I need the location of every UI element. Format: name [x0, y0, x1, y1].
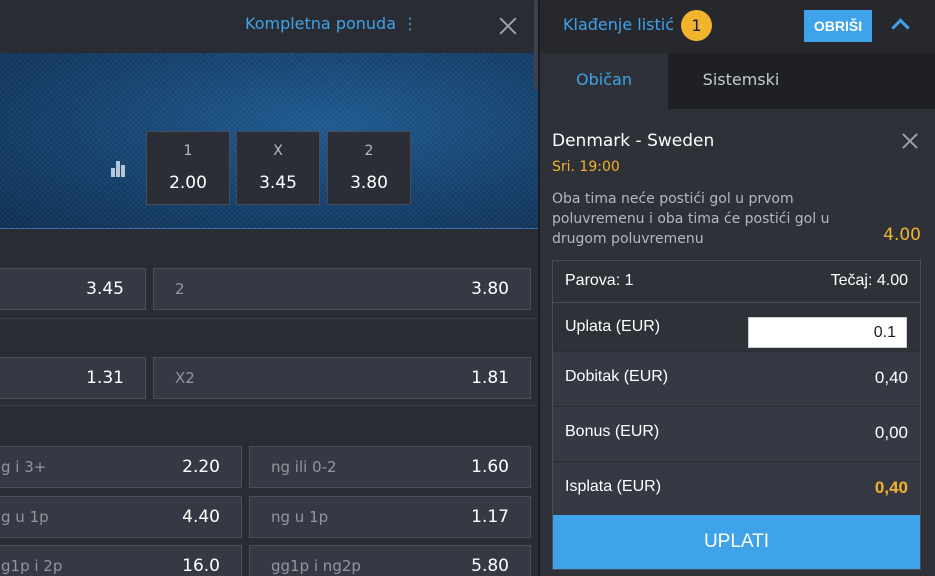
clear-betslip-button[interactable]: OBRIŠI — [804, 10, 872, 42]
market-value: 16.0 — [182, 556, 220, 576]
betslip-pane: Klađenje listić 1 OBRIŠI Običan Sistemsk… — [540, 0, 935, 576]
stake-input[interactable] — [748, 317, 907, 348]
bonus-value: 0,00 — [874, 423, 908, 442]
odd-label: X — [273, 143, 283, 159]
tab-system[interactable]: Sistemski — [668, 53, 814, 109]
market-value: 3.45 — [86, 279, 124, 299]
odd-value: 2.00 — [169, 173, 207, 193]
market-value: 4.40 — [182, 507, 220, 527]
market-odd-button[interactable]: 2 3.80 — [153, 268, 531, 310]
total-odds-label: Tečaj: 4.00 — [830, 272, 908, 289]
market-odd-button[interactable]: g1p i 2p 16.0 — [0, 545, 242, 576]
more-options-icon: ⋮ — [402, 14, 419, 33]
app-root: Kompletna ponuda ⋮ 1 2.00 X 3.45 2 3.80 — [0, 0, 935, 576]
market-value: 1.81 — [471, 368, 509, 388]
match-markets-pane: Kompletna ponuda ⋮ 1 2.00 X 3.45 2 3.80 — [0, 0, 538, 576]
betslip-title: Klađenje listić — [563, 15, 674, 34]
chevron-up-icon[interactable] — [890, 14, 910, 34]
statistics-icon[interactable] — [111, 159, 129, 177]
betslip-header: Klađenje listić 1 OBRIŠI — [540, 0, 935, 53]
odd-button-home[interactable]: 1 2.00 — [146, 131, 230, 205]
place-bet-button[interactable]: UPLATI — [553, 515, 920, 569]
market-label: g u 1p — [1, 508, 49, 526]
stake-label: Uplata (EUR) — [565, 318, 661, 335]
pairs-row: Parova: 1 Tečaj: 4.00 — [553, 261, 920, 303]
bet-summary: Parova: 1 Tečaj: 4.00 Uplata (EUR) Dobit… — [552, 260, 921, 570]
win-value: 0,40 — [874, 368, 908, 387]
match-time: Sri. 19:00 — [552, 159, 620, 175]
close-icon[interactable] — [498, 16, 518, 36]
market-value: 1.60 — [471, 457, 509, 477]
market-value: 5.80 — [471, 556, 509, 576]
payout-row: Isplata (EUR) 0,40 — [553, 461, 920, 516]
market-value: 1.17 — [471, 507, 509, 527]
match-title: Denmark - Sweden — [552, 131, 715, 151]
market-odd-button[interactable]: ng u 1p 1.17 — [249, 496, 531, 538]
markets-topbar: Kompletna ponuda ⋮ — [0, 0, 538, 53]
market-label: g1p i 2p — [1, 557, 63, 575]
market-odd-button[interactable]: 3.45 — [0, 268, 146, 310]
stake-row: Uplata (EUR) — [553, 303, 920, 351]
betslip-tabs: Običan Sistemski — [540, 53, 935, 109]
bonus-row: Bonus (EUR) 0,00 — [553, 406, 920, 461]
win-label: Dobitak (EUR) — [565, 368, 669, 385]
payout-value: 0,40 — [874, 478, 908, 497]
bonus-label: Bonus (EUR) — [565, 423, 660, 440]
market-odd-button[interactable]: 1.31 — [0, 357, 146, 399]
odd-button-away[interactable]: 2 3.80 — [327, 131, 411, 205]
market-label: ng u 1p — [271, 508, 329, 526]
market-label: gg1p i ng2p — [271, 557, 361, 575]
odd-value: 3.45 — [259, 173, 297, 193]
match-hero-banner: 1 2.00 X 3.45 2 3.80 — [0, 53, 538, 229]
market-label: 2 — [175, 280, 185, 298]
divider — [0, 318, 538, 319]
full-offer-label: Kompletna ponuda — [245, 14, 397, 33]
market-odd-button[interactable]: ng ili 0-2 1.60 — [249, 446, 531, 488]
betslip-count-badge: 1 — [681, 10, 712, 41]
market-label: ng ili 0-2 — [271, 458, 337, 476]
full-offer-link[interactable]: Kompletna ponuda ⋮ — [245, 14, 418, 33]
odd-button-draw[interactable]: X 3.45 — [236, 131, 320, 205]
market-value: 3.80 — [471, 279, 509, 299]
payout-label: Isplata (EUR) — [565, 478, 662, 495]
odd-label: 2 — [364, 143, 374, 159]
market-odd-button[interactable]: g i 3+ 2.20 — [0, 446, 242, 488]
odd-value: 3.80 — [350, 173, 388, 193]
divider — [0, 405, 538, 406]
pairs-label: Parova: 1 — [565, 272, 634, 289]
tab-single[interactable]: Običan — [540, 53, 668, 109]
market-odd-button[interactable]: X2 1.81 — [153, 357, 531, 399]
market-label: g i 3+ — [1, 458, 47, 476]
market-odd-button[interactable]: gg1p i ng2p 5.80 — [249, 545, 531, 576]
bet-selection: Oba tima neće postići gol u prvom poluvr… — [552, 191, 830, 247]
selection-odd: 4.00 — [883, 225, 921, 245]
market-label: X2 — [175, 369, 195, 387]
win-row: Dobitak (EUR) 0,40 — [553, 351, 920, 406]
market-odd-button[interactable]: g u 1p 4.40 — [0, 496, 242, 538]
remove-bet-icon[interactable] — [902, 133, 918, 149]
odd-label: 1 — [183, 143, 193, 159]
market-value: 1.31 — [86, 368, 124, 388]
market-value: 2.20 — [182, 457, 220, 477]
bet-item: Denmark - Sweden Sri. 19:00 Oba tima neć… — [540, 109, 935, 576]
